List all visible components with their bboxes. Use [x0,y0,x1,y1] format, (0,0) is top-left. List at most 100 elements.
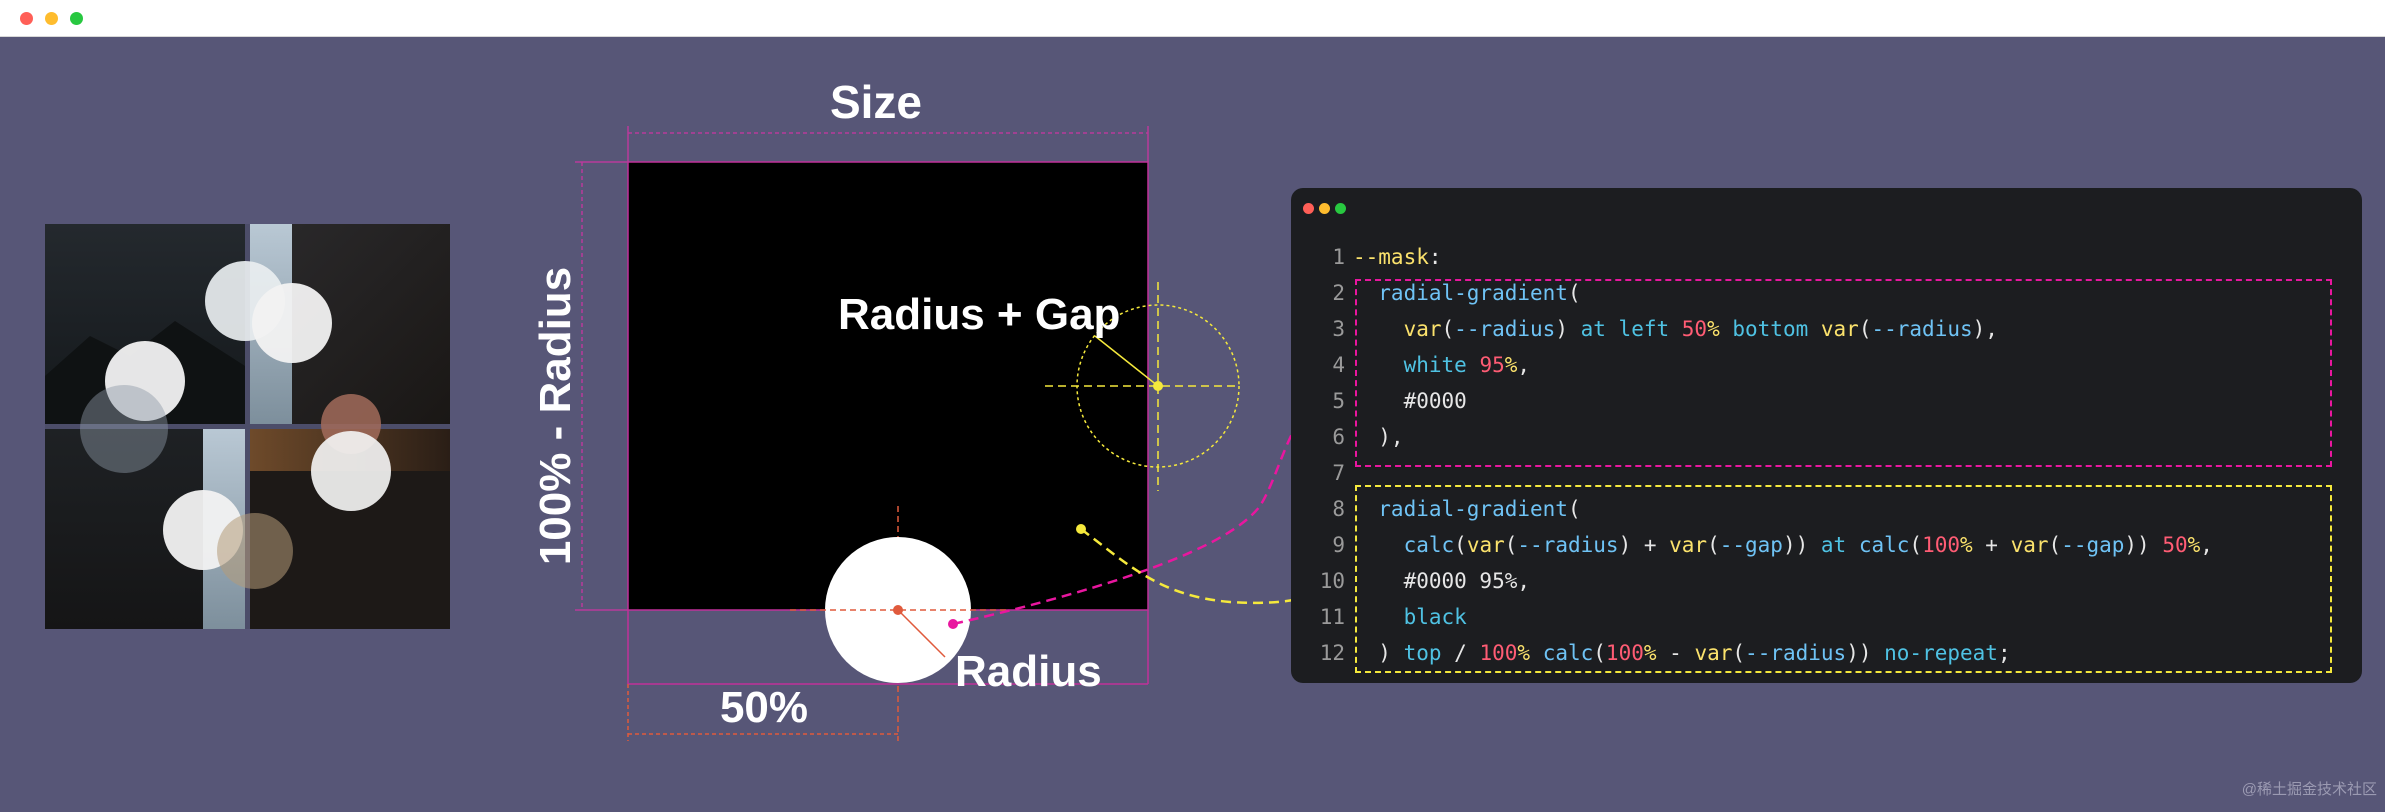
line-number: 9 [1332,533,1345,557]
gap-center-dot [1153,381,1163,391]
code-token: % [1707,317,1733,341]
half-label: 50% [720,683,808,732]
code-line: 2 radial-gradient( [1291,275,2362,311]
code-token: at left [1580,317,1682,341]
code-token: % [1504,353,1518,377]
code-token: radial-gradient [1353,497,1568,521]
code-token: ) [1555,317,1581,341]
code-maximize-icon [1335,203,1346,214]
code-token: at [1820,533,1859,557]
pattern-circle [311,431,391,511]
height-label: 100% - Radius [531,267,580,565]
line-number: 3 [1332,317,1345,341]
minimize-window-icon[interactable] [45,12,58,25]
line-number: 5 [1332,389,1345,413]
code-token: black [1353,605,1467,629]
code-token: calc [1858,533,1910,557]
watermark: @稀土掘金技术社区 [2241,781,2377,798]
code-line: 11 black [1291,599,2362,635]
code-token: 100 [1922,533,1960,557]
code-token: ( [2048,533,2062,557]
code-token: var [1466,533,1505,557]
code-token: ( [1504,533,1518,557]
radius-label: Radius [955,647,1102,696]
code-token: ( [1732,641,1746,665]
code-token: % [2187,533,2201,557]
code-line: 8 radial-gradient( [1291,491,2362,527]
code-token: ( [1858,317,1872,341]
line-number: 2 [1332,281,1345,305]
circle-center-dot [893,605,903,615]
code-token: top [1403,641,1455,665]
code-line: 10 #0000 95%, [1291,563,2362,599]
code-close-icon [1303,203,1314,214]
pattern-circle [252,283,332,363]
code-block: 1 --mask: 2 radial-gradient(3 var(--radius… [1291,239,2362,671]
code-token: var [1669,533,1708,557]
pattern-circle [217,513,293,589]
code-token: #0000 [1353,389,1467,413]
code-token: % [1517,641,1543,665]
code-token: ( [1454,533,1467,557]
code-line: 5 #0000 [1291,383,2362,419]
code-token: ( [1567,497,1581,521]
code-token: --radius [1517,533,1619,557]
maximize-window-icon[interactable] [70,12,83,25]
close-window-icon[interactable] [20,12,33,25]
diagram-canvas: Size 100% - Radius Radius + Gap Radius 5… [0,36,2385,807]
code-token: ( [1707,533,1720,557]
code-token: ( [1909,533,1923,557]
code-token: , [1517,353,1531,377]
code-token: var [2010,533,2049,557]
code-line: 1 --mask: [1291,239,2362,275]
code-token: --radius [1454,317,1556,341]
code-token: --gap [2061,533,2125,557]
window-titlebar [0,0,2385,37]
pattern-preview [45,224,450,629]
radius-gap-label: Radius + Gap [838,290,1120,339]
code-token: --gap [1719,533,1783,557]
code-token: ), [1972,317,1998,341]
code-token: , [2200,533,2213,557]
code-line: 4 white 95%, [1291,347,2362,383]
mask-diagram: Size 100% - Radius Radius + Gap Radius 5… [531,76,1357,741]
code-token: 95 [1479,353,1505,377]
code-token: ) [1353,641,1404,665]
code-panel: 1 --mask: 2 radial-gradient(3 var(--radius… [1291,188,2362,683]
code-token: 50 [1681,317,1708,341]
line-number: 1 [1332,245,1345,269]
code-token: calc [1353,533,1455,557]
code-token: + [1972,533,2011,557]
pattern-circle [80,385,168,473]
line-number: 4 [1332,353,1345,377]
code-line: 9 calc(var(--radius) + var(--gap)) at ca… [1291,527,2362,563]
code-token: var [1820,317,1859,341]
code-token: )) [1846,641,1885,665]
code-token: 50 [2162,533,2188,557]
code-token: / [1454,641,1480,665]
code-minimize-icon [1319,203,1330,214]
code-token: var [1353,317,1442,341]
code-token: ( [1441,317,1455,341]
code-token: ( [1593,641,1606,665]
code-token: --radius [1745,641,1847,665]
code-token: ; [1997,641,2011,665]
line-number: 6 [1332,425,1345,449]
code-token: % [1643,641,1657,665]
code-token: --mask [1353,245,1429,269]
code-token: --radius [1871,317,1973,341]
code-line: 3 var(--radius) at left 50% bottom var(-… [1291,311,2362,347]
code-token: ) + [1618,533,1670,557]
code-line: 12 ) top / 100% calc(100% - var(--radius… [1291,635,2362,671]
line-number: 8 [1332,497,1345,521]
code-token: ), [1353,425,1404,449]
line-number: 10 [1319,569,1345,593]
code-line: 7 [1291,455,2362,491]
code-token: )) [1782,533,1821,557]
code-token: var [1694,641,1733,665]
line-number: 7 [1332,461,1345,485]
code-token: no-repeat [1884,641,1998,665]
code-token: bottom [1732,317,1821,341]
code-token: 100 [1605,641,1644,665]
code-line: 6 ), [1291,419,2362,455]
